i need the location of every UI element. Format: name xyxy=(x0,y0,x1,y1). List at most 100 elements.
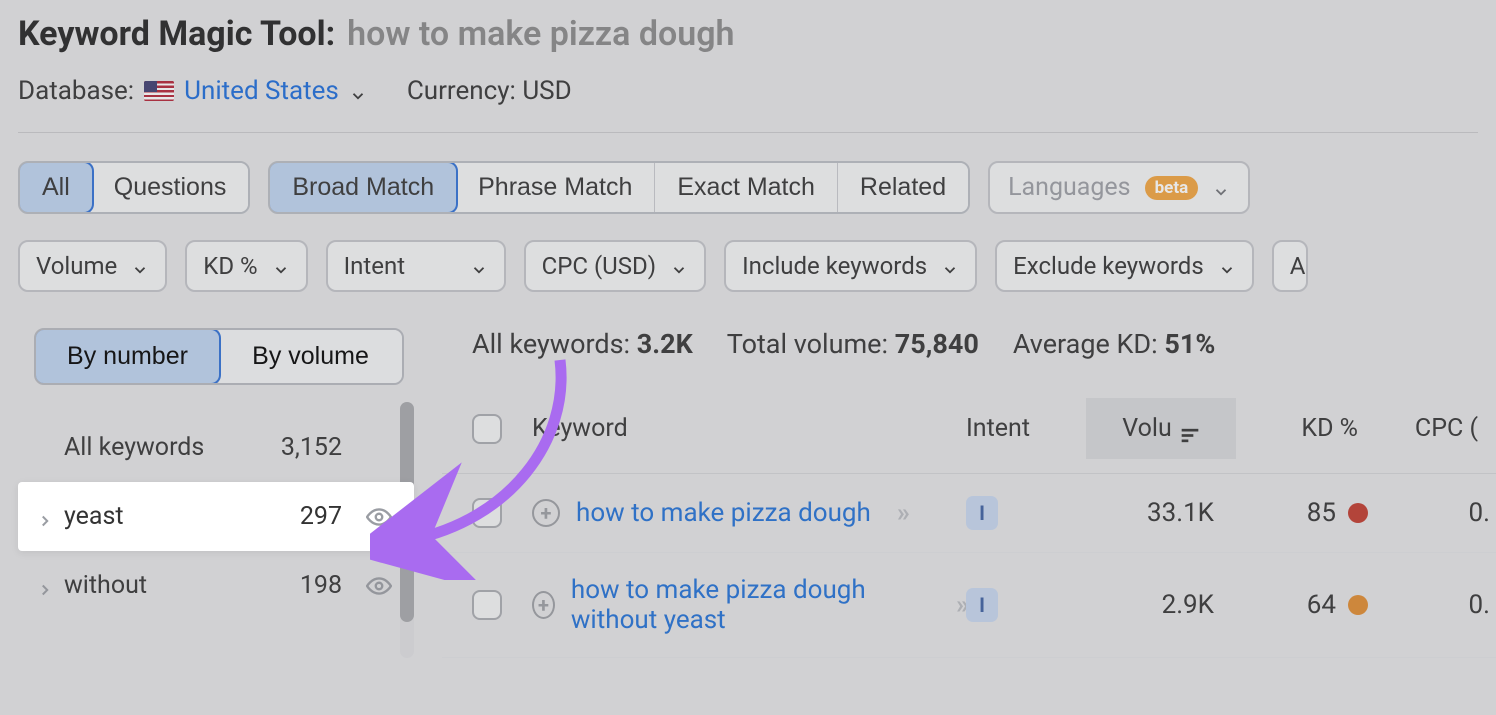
stat-vol-value: 75,840 xyxy=(895,328,979,360)
sort-segment: By number By volume xyxy=(34,328,404,385)
chevron-down-icon xyxy=(941,257,959,275)
group-yeast[interactable]: yeast 297 xyxy=(18,482,414,551)
keyword-cell: + how to make pizza dough without yeast … xyxy=(532,575,966,635)
intent-badge: I xyxy=(966,588,998,622)
add-keyword-icon[interactable]: + xyxy=(532,499,560,527)
query-text: how to make pizza dough xyxy=(347,14,734,54)
currency-display: Currency: USD xyxy=(407,76,572,106)
eye-icon[interactable] xyxy=(366,573,392,599)
eye-icon[interactable] xyxy=(366,504,392,530)
chevron-down-icon xyxy=(670,257,688,275)
filter-kd[interactable]: KD % xyxy=(185,240,307,292)
keyword-groups-sidebar: By number By volume All keywords 3,152 y… xyxy=(18,322,414,658)
database-selector[interactable]: Database: United States xyxy=(18,76,367,106)
match-segment: Broad Match Phrase Match Exact Match Rel… xyxy=(268,161,970,214)
stat-kd-value: 51% xyxy=(1164,328,1215,360)
sort-by-number[interactable]: By number xyxy=(34,328,221,385)
expand-serp-icon[interactable]: » xyxy=(897,498,907,528)
filter-volume-label: Volume xyxy=(36,252,117,280)
sort-desc-icon xyxy=(1180,421,1200,437)
group-all-count: 3,152 xyxy=(281,433,342,462)
results-panel: All keywords: 3.2K Total volume: 75,840 … xyxy=(442,322,1496,658)
kd-dot-icon xyxy=(1348,503,1368,523)
col-kd[interactable]: KD % xyxy=(1236,414,1376,443)
kd-dot-icon xyxy=(1348,595,1368,615)
cpc-cell: 0. xyxy=(1376,498,1496,528)
languages-label: Languages xyxy=(1008,173,1131,202)
database-label: Database: xyxy=(18,76,134,106)
main-content: By number By volume All keywords 3,152 y… xyxy=(0,292,1496,658)
filter-exclude-keywords[interactable]: Exclude keywords xyxy=(995,240,1254,292)
filter-row-2: Volume KD % Intent CPC (USD) Include key… xyxy=(18,240,1478,292)
chevron-down-icon xyxy=(1212,179,1230,197)
tab-phrase-match[interactable]: Phrase Match xyxy=(456,163,655,212)
currency-value: USD xyxy=(522,76,571,106)
keyword-link[interactable]: how to make pizza dough without yeast xyxy=(571,575,930,635)
sort-by-volume[interactable]: By volume xyxy=(219,330,402,383)
kd-cell: 85 xyxy=(1236,498,1376,528)
group-without[interactable]: without 198 xyxy=(18,551,414,620)
page-title-row: Keyword Magic Tool: how to make pizza do… xyxy=(18,14,1478,54)
database-value: United States xyxy=(184,76,339,106)
tab-exact-match[interactable]: Exact Match xyxy=(655,163,838,212)
kd-cell: 64 xyxy=(1236,590,1376,620)
filter-volume[interactable]: Volume xyxy=(18,240,167,292)
table-header: Keyword Intent Volu KD % CPC ( xyxy=(442,384,1496,474)
col-volume[interactable]: Volu xyxy=(1086,398,1236,459)
col-cpc[interactable]: CPC ( xyxy=(1376,414,1496,443)
row-checkbox[interactable] xyxy=(472,590,502,620)
tool-label: Keyword Magic Tool: xyxy=(18,14,335,54)
group-label: yeast xyxy=(64,502,124,531)
keyword-link[interactable]: how to make pizza dough xyxy=(576,498,871,528)
expand-serp-icon[interactable]: » xyxy=(956,590,966,620)
group-all-keywords[interactable]: All keywords 3,152 xyxy=(18,413,414,482)
filter-include-keywords[interactable]: Include keywords xyxy=(724,240,977,292)
filter-cpc-label: CPC (USD) xyxy=(542,252,656,280)
chevron-down-icon xyxy=(349,82,367,100)
volume-cell: 33.1K xyxy=(1086,498,1236,528)
chevron-right-icon xyxy=(36,577,54,595)
filter-cutoff[interactable]: A xyxy=(1272,240,1308,292)
intent-badge: I xyxy=(966,496,998,530)
tab-related[interactable]: Related xyxy=(838,163,968,212)
cpc-cell: 0. xyxy=(1376,590,1496,620)
keyword-cell: + how to make pizza dough » xyxy=(532,498,966,528)
filter-intent[interactable]: Intent xyxy=(326,240,506,292)
beta-badge: beta xyxy=(1145,176,1199,200)
chevron-right-icon xyxy=(36,508,54,526)
stat-vol-label: Total volume: xyxy=(727,328,888,360)
volume-cell: 2.9K xyxy=(1086,590,1236,620)
tab-all[interactable]: All xyxy=(18,161,94,214)
filter-cpc[interactable]: CPC (USD) xyxy=(524,240,706,292)
table-row: + how to make pizza dough » I 33.1K 85 0… xyxy=(442,474,1496,553)
table-row: + how to make pizza dough without yeast … xyxy=(442,553,1496,658)
add-keyword-icon[interactable]: + xyxy=(532,591,555,619)
us-flag-icon xyxy=(144,81,174,101)
group-count: 198 xyxy=(300,571,342,600)
filter-kd-label: KD % xyxy=(203,252,257,280)
filters-area: All Questions Broad Match Phrase Match E… xyxy=(0,133,1496,292)
group-count: 297 xyxy=(300,502,342,531)
summary-stats: All keywords: 3.2K Total volume: 75,840 … xyxy=(442,322,1496,384)
filter-exclude-label: Exclude keywords xyxy=(1013,252,1204,280)
col-volume-label: Volu xyxy=(1122,414,1171,443)
filter-include-label: Include keywords xyxy=(742,252,927,280)
filter-intent-label: Intent xyxy=(344,252,405,280)
select-all-checkbox[interactable] xyxy=(472,414,502,444)
page-header: Keyword Magic Tool: how to make pizza do… xyxy=(0,0,1496,133)
col-intent[interactable]: Intent xyxy=(966,414,1086,443)
group-label: without xyxy=(64,571,147,600)
group-list: All keywords 3,152 yeast 297 without 198 xyxy=(18,413,414,620)
chevron-down-icon xyxy=(272,257,290,275)
col-keyword[interactable]: Keyword xyxy=(532,414,966,443)
languages-dropdown[interactable]: Languages beta xyxy=(988,161,1250,214)
stat-allkw-label: All keywords: xyxy=(472,328,630,360)
chevron-down-icon xyxy=(470,257,488,275)
filter-row-1: All Questions Broad Match Phrase Match E… xyxy=(18,161,1478,214)
stat-allkw-value: 3.2K xyxy=(637,328,693,360)
currency-label: Currency: xyxy=(407,76,516,106)
row-checkbox[interactable] xyxy=(472,498,502,528)
tab-questions[interactable]: Questions xyxy=(92,163,249,212)
group-all-label: All keywords xyxy=(64,433,204,462)
tab-broad-match[interactable]: Broad Match xyxy=(268,161,458,214)
